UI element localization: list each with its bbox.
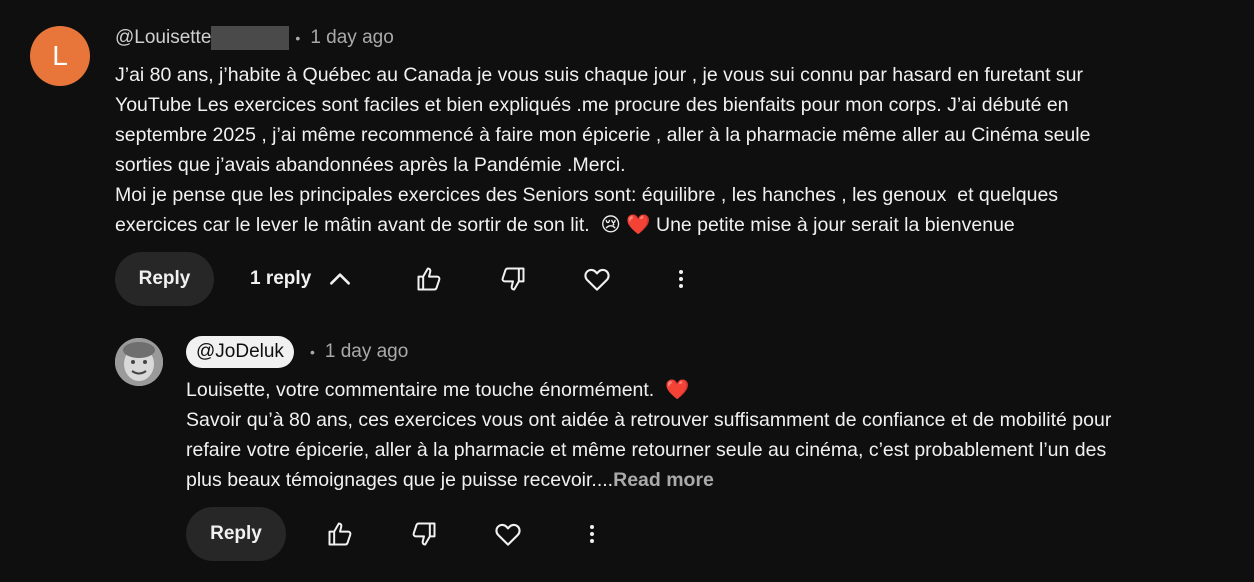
more-options-button[interactable]: [572, 514, 612, 554]
reply-text-block: Louisette, votre commentaire me touche é…: [186, 375, 1216, 495]
heart-button[interactable]: [488, 514, 528, 554]
separator-dot: •: [295, 30, 301, 46]
thumb-up-icon: [417, 267, 441, 291]
separator-dot: •: [309, 344, 315, 360]
avatar-letter: L: [52, 40, 68, 71]
thumb-down-icon: [501, 267, 525, 291]
more-vert-icon: [590, 525, 594, 543]
dislike-button[interactable]: [404, 514, 444, 554]
author-name[interactable]: @Louisette: [115, 27, 211, 49]
comment-header: @Louisette • 1 day ago: [115, 26, 394, 50]
like-button[interactable]: [409, 259, 449, 299]
thumb-up-icon: [328, 522, 352, 546]
timestamp[interactable]: 1 day ago: [310, 27, 393, 49]
like-button[interactable]: [320, 514, 360, 554]
chevron-up-icon: [330, 273, 351, 285]
comment: L @Louisette • 1 day ago J’ai 80 ans, j’…: [0, 0, 1254, 320]
avatar-image: [115, 338, 163, 386]
reply-actions: Reply: [186, 507, 612, 561]
replies-count: 1 reply: [250, 268, 312, 289]
redacted-name: [211, 26, 290, 50]
thumb-down-icon: [412, 522, 436, 546]
comment-text: J’ai 80 ans, j’habite à Québec au Canada…: [115, 64, 1091, 236]
reply-timestamp[interactable]: 1 day ago: [325, 341, 408, 363]
replies-toggle[interactable]: 1 reply: [250, 266, 353, 292]
reply-header: @JoDeluk • 1 day ago: [186, 336, 408, 368]
heart-icon: [584, 268, 610, 291]
more-vert-icon: [679, 270, 684, 288]
comment-actions: Reply 1 reply: [115, 252, 701, 306]
reply-button[interactable]: Reply: [115, 252, 214, 306]
read-more-link[interactable]: Read more: [613, 469, 714, 491]
dislike-button[interactable]: [493, 259, 533, 299]
reply-author-chip[interactable]: @JoDeluk: [186, 336, 294, 368]
avatar[interactable]: L: [30, 26, 90, 86]
heart-icon: [495, 523, 521, 546]
more-options-button[interactable]: [661, 259, 701, 299]
heart-button[interactable]: [577, 259, 617, 299]
reply-button[interactable]: Reply: [186, 507, 286, 561]
reply-avatar[interactable]: [115, 338, 163, 386]
